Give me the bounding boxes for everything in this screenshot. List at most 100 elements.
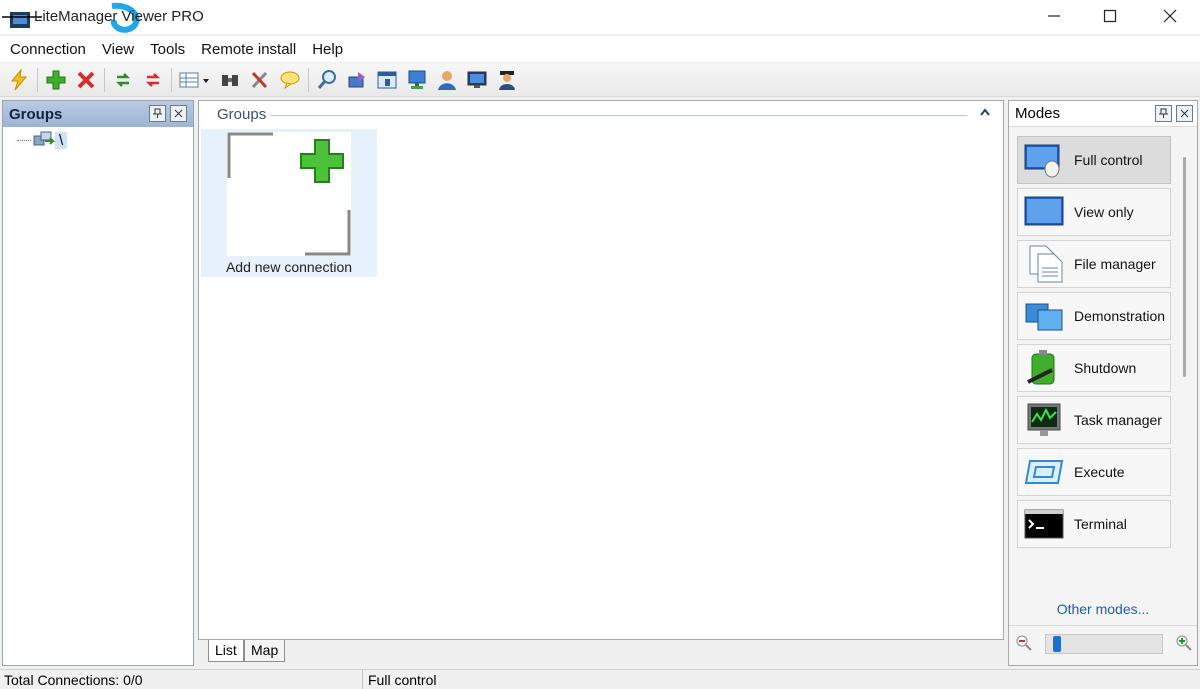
admin-icon bbox=[499, 70, 515, 90]
close-icon bbox=[1180, 109, 1189, 118]
user-icon bbox=[438, 70, 456, 90]
status-bar: Total Connections: 0/0 Full control bbox=[0, 669, 1200, 689]
groups-panel-header: Groups bbox=[3, 101, 193, 127]
chat-button[interactable] bbox=[275, 66, 305, 94]
mode-terminal[interactable]: Terminal bbox=[1017, 500, 1171, 548]
delete-button[interactable] bbox=[71, 66, 101, 94]
delete-icon bbox=[77, 71, 95, 88]
tree-connector bbox=[17, 139, 31, 141]
menu-connection[interactable]: Connection bbox=[2, 41, 94, 58]
menu-tools[interactable]: Tools bbox=[142, 41, 193, 58]
connect-button[interactable] bbox=[4, 66, 34, 94]
menu-remote-install[interactable]: Remote install bbox=[193, 41, 304, 58]
total-connections-status: Total Connections: 0/0 bbox=[4, 672, 143, 688]
pin-button[interactable] bbox=[149, 105, 166, 122]
mode-label: Shutdown bbox=[1074, 360, 1137, 376]
panel-close-button[interactable] bbox=[170, 105, 187, 122]
monitor-button[interactable] bbox=[462, 66, 492, 94]
add-connection-icon bbox=[227, 132, 351, 256]
pin-icon bbox=[153, 108, 162, 118]
mode-label: File manager bbox=[1074, 256, 1156, 272]
menu-bar: Connection View Tools Remote install Hel… bbox=[0, 36, 1200, 62]
modes-scrollbar[interactable] bbox=[1183, 157, 1186, 377]
view-only-icon bbox=[1024, 196, 1064, 226]
mode-file-manager[interactable]: File manager bbox=[1017, 240, 1171, 288]
group-divider bbox=[271, 115, 967, 116]
network-icon bbox=[348, 71, 365, 87]
add-new-connection-tile[interactable]: Add new connection bbox=[201, 129, 377, 277]
tab-list[interactable]: List bbox=[208, 640, 244, 662]
search-button[interactable] bbox=[215, 66, 245, 94]
chevron-up-icon bbox=[980, 108, 990, 116]
pin-icon bbox=[1159, 108, 1168, 118]
refresh-all-button[interactable] bbox=[138, 66, 168, 94]
mode-icon-wrap bbox=[1022, 192, 1066, 232]
zoom-in-icon[interactable] bbox=[1175, 634, 1193, 652]
collapse-group-button[interactable] bbox=[979, 105, 991, 120]
mode-icon-wrap bbox=[1022, 140, 1066, 180]
menu-view[interactable]: View bbox=[94, 41, 142, 58]
mode-label: Execute bbox=[1074, 464, 1125, 480]
other-modes-link[interactable]: Other modes... bbox=[1009, 601, 1197, 617]
chat-icon bbox=[280, 71, 300, 89]
mode-icon-wrap bbox=[1022, 348, 1066, 388]
window-title: LiteManager Viewer PRO bbox=[34, 8, 204, 25]
mode-label: Task manager bbox=[1074, 412, 1162, 428]
mode-view-only[interactable]: View only bbox=[1017, 188, 1171, 236]
modes-panel: Modes Full control View only File manage… bbox=[1008, 100, 1198, 666]
toolbar-separator bbox=[171, 67, 172, 92]
maximize-icon bbox=[1103, 9, 1117, 23]
mode-icon-wrap bbox=[1022, 296, 1066, 336]
toolbar-separator bbox=[104, 67, 105, 92]
execute-icon bbox=[1024, 460, 1064, 484]
search-icon bbox=[222, 74, 238, 86]
tile-label: Add new connection bbox=[225, 259, 353, 275]
close-icon bbox=[1163, 9, 1177, 23]
menu-help[interactable]: Help bbox=[304, 41, 351, 58]
find-button[interactable] bbox=[312, 66, 342, 94]
tree-root-node[interactable]: \ bbox=[17, 131, 68, 149]
network-button[interactable] bbox=[342, 66, 372, 94]
close-button[interactable] bbox=[1140, 0, 1200, 32]
tile-thumbnail bbox=[227, 132, 351, 256]
close-icon bbox=[174, 109, 183, 118]
add-button[interactable] bbox=[41, 66, 71, 94]
zoom-slider-thumb[interactable] bbox=[1053, 636, 1062, 652]
admin-button[interactable] bbox=[492, 66, 522, 94]
pin-button[interactable] bbox=[1155, 105, 1172, 122]
groups-panel: Groups \ bbox=[2, 100, 194, 666]
modes-panel-header: Modes bbox=[1009, 101, 1197, 127]
mode-execute[interactable]: Execute bbox=[1017, 448, 1171, 496]
toolbar-separator bbox=[308, 67, 309, 92]
tab-map[interactable]: Map bbox=[244, 640, 286, 662]
window-button[interactable] bbox=[372, 66, 402, 94]
mode-icon-wrap bbox=[1022, 244, 1066, 284]
view-tabs: List Map bbox=[198, 640, 1004, 666]
maximize-button[interactable] bbox=[1080, 0, 1140, 32]
mode-shutdown[interactable]: Shutdown bbox=[1017, 344, 1171, 392]
mode-demonstration[interactable]: Demonstration bbox=[1017, 292, 1171, 340]
mode-task-manager[interactable]: Task manager bbox=[1017, 396, 1171, 444]
user-button[interactable] bbox=[432, 66, 462, 94]
refresh-all-icon bbox=[145, 72, 161, 87]
zoom-out-icon[interactable] bbox=[1015, 634, 1033, 652]
file-manager-icon bbox=[1029, 245, 1063, 283]
mode-label: Full control bbox=[1074, 152, 1143, 168]
monitor-icon bbox=[467, 71, 487, 88]
server-icon bbox=[408, 70, 426, 89]
panel-close-button[interactable] bbox=[1176, 105, 1193, 122]
view-mode-icon bbox=[179, 72, 209, 87]
view-mode-button[interactable] bbox=[175, 66, 215, 94]
server-button[interactable] bbox=[402, 66, 432, 94]
current-mode-status: Full control bbox=[368, 672, 437, 688]
title-bar: LiteManager Viewer PRO bbox=[0, 0, 1200, 34]
mode-icon-wrap bbox=[1022, 400, 1066, 440]
mode-label: Terminal bbox=[1074, 516, 1127, 532]
minimize-button[interactable] bbox=[1024, 0, 1084, 32]
status-separator bbox=[362, 670, 363, 689]
mode-icon-wrap bbox=[1022, 452, 1066, 492]
zoom-slider[interactable] bbox=[1045, 634, 1163, 654]
mode-full-control[interactable]: Full control bbox=[1017, 136, 1171, 184]
refresh-button[interactable] bbox=[108, 66, 138, 94]
settings-button[interactable] bbox=[245, 66, 275, 94]
